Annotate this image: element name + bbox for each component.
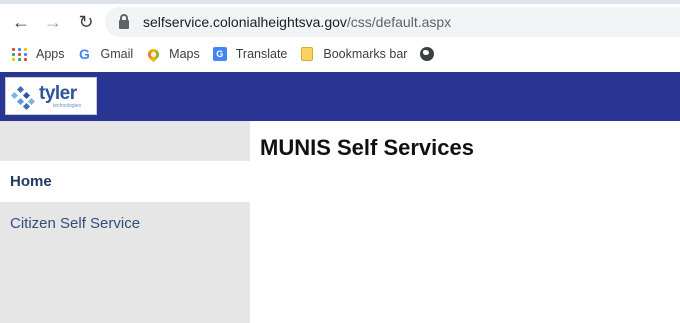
- bookmark-maps[interactable]: Maps: [145, 42, 200, 66]
- tyler-mark-icon: [10, 83, 36, 111]
- maps-pin-icon: [145, 46, 161, 62]
- url-path: /css/default.aspx: [346, 14, 452, 30]
- forward-arrow-icon[interactable]: →: [40, 9, 66, 35]
- apps-grid-icon: [12, 46, 28, 62]
- lock-icon[interactable]: [119, 13, 129, 29]
- sidebar: Home Citizen Self Service: [0, 121, 250, 323]
- sidebar-item-home[interactable]: Home: [0, 161, 250, 202]
- bookmark-label: Translate: [235, 47, 288, 61]
- browser-toolbar: ← → ↻ selfservice.colonialheightsva.gov/…: [0, 4, 680, 40]
- folder-icon: [299, 46, 315, 62]
- bookmark-label: Gmail: [100, 47, 134, 61]
- bookmark-gmail[interactable]: G Gmail: [77, 42, 134, 66]
- reload-icon[interactable]: ↻: [73, 9, 99, 35]
- sidebar-item-citizen-self-service[interactable]: Citizen Self Service: [0, 202, 250, 244]
- url-text[interactable]: selfservice.colonialheightsva.gov/css/de…: [143, 14, 451, 30]
- bookmark-globe[interactable]: [419, 42, 443, 66]
- translate-icon: G: [212, 46, 228, 62]
- logo-word: tyler: [39, 82, 77, 104]
- globe-icon: [419, 46, 435, 62]
- url-host: selfservice.colonialheightsva.gov: [143, 14, 347, 30]
- back-arrow-icon[interactable]: ←: [8, 9, 34, 35]
- logo-text: tyler technologies: [39, 84, 81, 109]
- tyler-logo[interactable]: tyler technologies: [5, 77, 97, 115]
- bookmark-label: Bookmarks bar: [323, 47, 408, 61]
- bookmark-apps[interactable]: Apps: [12, 42, 65, 66]
- main-content: MUNIS Self Services: [250, 121, 680, 323]
- google-icon: G: [79, 46, 90, 62]
- bookmark-translate[interactable]: G Translate: [212, 42, 288, 66]
- page-title: MUNIS Self Services: [260, 135, 474, 160]
- bookmark-folder[interactable]: Bookmarks bar: [299, 42, 407, 66]
- logo-subtext: technologies: [53, 102, 82, 109]
- bookmarks-bar: Apps G Gmail Maps G Translate Bookmarks …: [0, 40, 680, 68]
- bookmark-label: Apps: [36, 47, 65, 61]
- address-bar[interactable]: selfservice.colonialheightsva.gov/css/de…: [105, 7, 680, 37]
- bookmark-label: Maps: [169, 47, 200, 61]
- site-header: tyler technologies: [0, 72, 680, 121]
